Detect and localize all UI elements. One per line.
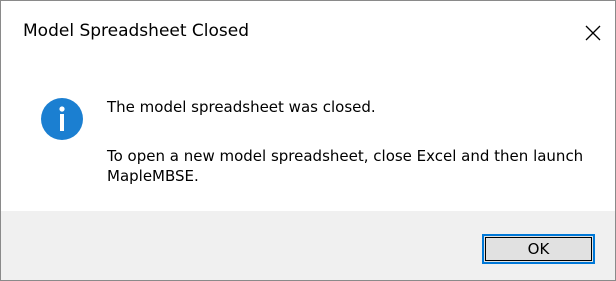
- information-icon: [41, 98, 83, 140]
- message-text-secondary: To open a new model spreadsheet, close E…: [107, 147, 584, 185]
- ok-button[interactable]: OK: [482, 234, 595, 264]
- title-bar: Model Spreadsheet Closed: [1, 1, 615, 65]
- message-text-primary: The model spreadsheet was closed.: [107, 98, 376, 116]
- button-bar: OK: [1, 211, 615, 280]
- message-dialog: Model Spreadsheet Closed The model sprea…: [0, 0, 616, 281]
- ok-button-label: OK: [527, 240, 550, 258]
- dialog-content: The model spreadsheet was closed. To ope…: [1, 65, 615, 211]
- dialog-title: Model Spreadsheet Closed: [23, 21, 250, 41]
- close-icon: [585, 25, 601, 41]
- close-button[interactable]: [575, 15, 611, 51]
